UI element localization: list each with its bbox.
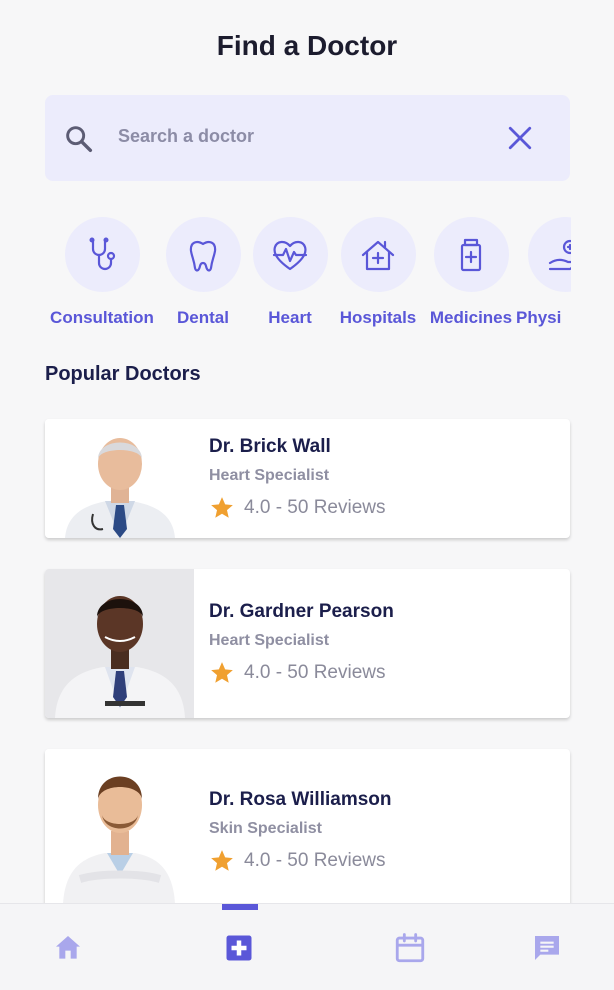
doctor-card[interactable]: Dr. Brick Wall Heart Specialist 4.0 - 50…: [45, 419, 570, 538]
star-icon: [211, 497, 233, 518]
category-label: Consultation: [50, 308, 154, 327]
nav-calendar[interactable]: [370, 904, 450, 990]
category-list[interactable]: Consultation Dental Heart Hospitals Medi…: [45, 217, 571, 337]
heart-pulse-icon: [272, 240, 308, 270]
doctor-name: Dr. Gardner Pearson: [209, 601, 394, 622]
category-label: Medicines: [429, 308, 513, 327]
rating-text: 4.0 - 50 Reviews: [244, 497, 386, 518]
nav-home[interactable]: [28, 904, 108, 990]
doctor-name: Dr. Brick Wall: [209, 436, 331, 457]
doctor-photo: [45, 749, 194, 904]
section-title: Popular Doctors: [45, 363, 201, 385]
medical-cross-icon: [226, 935, 252, 960]
search-icon: [66, 126, 93, 153]
doctor-rating: 4.0 - 50 Reviews: [209, 660, 386, 686]
hospital-house-icon: [361, 240, 395, 270]
chat-icon: [535, 935, 559, 960]
doctor-rating: 4.0 - 50 Reviews: [209, 495, 386, 521]
star-icon: [211, 662, 233, 683]
doctor-rating: 4.0 - 50 Reviews: [209, 848, 386, 874]
doctor-specialty: Skin Specialist: [209, 820, 322, 837]
nav-doctors[interactable]: [199, 904, 279, 990]
rating-text: 4.0 - 50 Reviews: [244, 850, 386, 871]
physio-hand-icon: [548, 239, 571, 270]
search-bar[interactable]: [45, 95, 570, 181]
search-input[interactable]: [118, 121, 478, 151]
doctor-specialty: Heart Specialist: [209, 632, 330, 649]
star-icon: [211, 850, 233, 871]
bottom-nav: [0, 903, 614, 990]
medicine-bottle-icon: [460, 238, 482, 271]
tooth-icon: [189, 240, 217, 272]
doctor-name: Dr. Rosa Williamson: [209, 789, 392, 810]
category-label: Physi: [516, 308, 562, 327]
close-icon[interactable]: [507, 125, 533, 151]
nav-messages[interactable]: [507, 904, 587, 990]
doctor-specialty: Heart Specialist: [209, 467, 330, 484]
doctor-photo: [45, 569, 194, 718]
calendar-icon: [395, 932, 425, 962]
doctor-photo: [45, 419, 194, 538]
stethoscope-icon: [89, 236, 116, 270]
category-consultation[interactable]: Consultation: [47, 217, 157, 328]
category-physio[interactable]: Physi: [516, 217, 571, 328]
page-title: Find a Doctor: [216, 30, 398, 61]
home-icon: [56, 935, 80, 959]
find-doctor-screen: Find a Doctor Consultation: [0, 0, 614, 990]
rating-text: 4.0 - 50 Reviews: [244, 662, 386, 683]
doctor-card[interactable]: Dr. Gardner Pearson Heart Specialist 4.0…: [45, 569, 570, 718]
doctor-card[interactable]: Dr. Rosa Williamson Skin Specialist 4.0 …: [45, 749, 570, 909]
category-medicines[interactable]: Medicines: [416, 217, 526, 328]
